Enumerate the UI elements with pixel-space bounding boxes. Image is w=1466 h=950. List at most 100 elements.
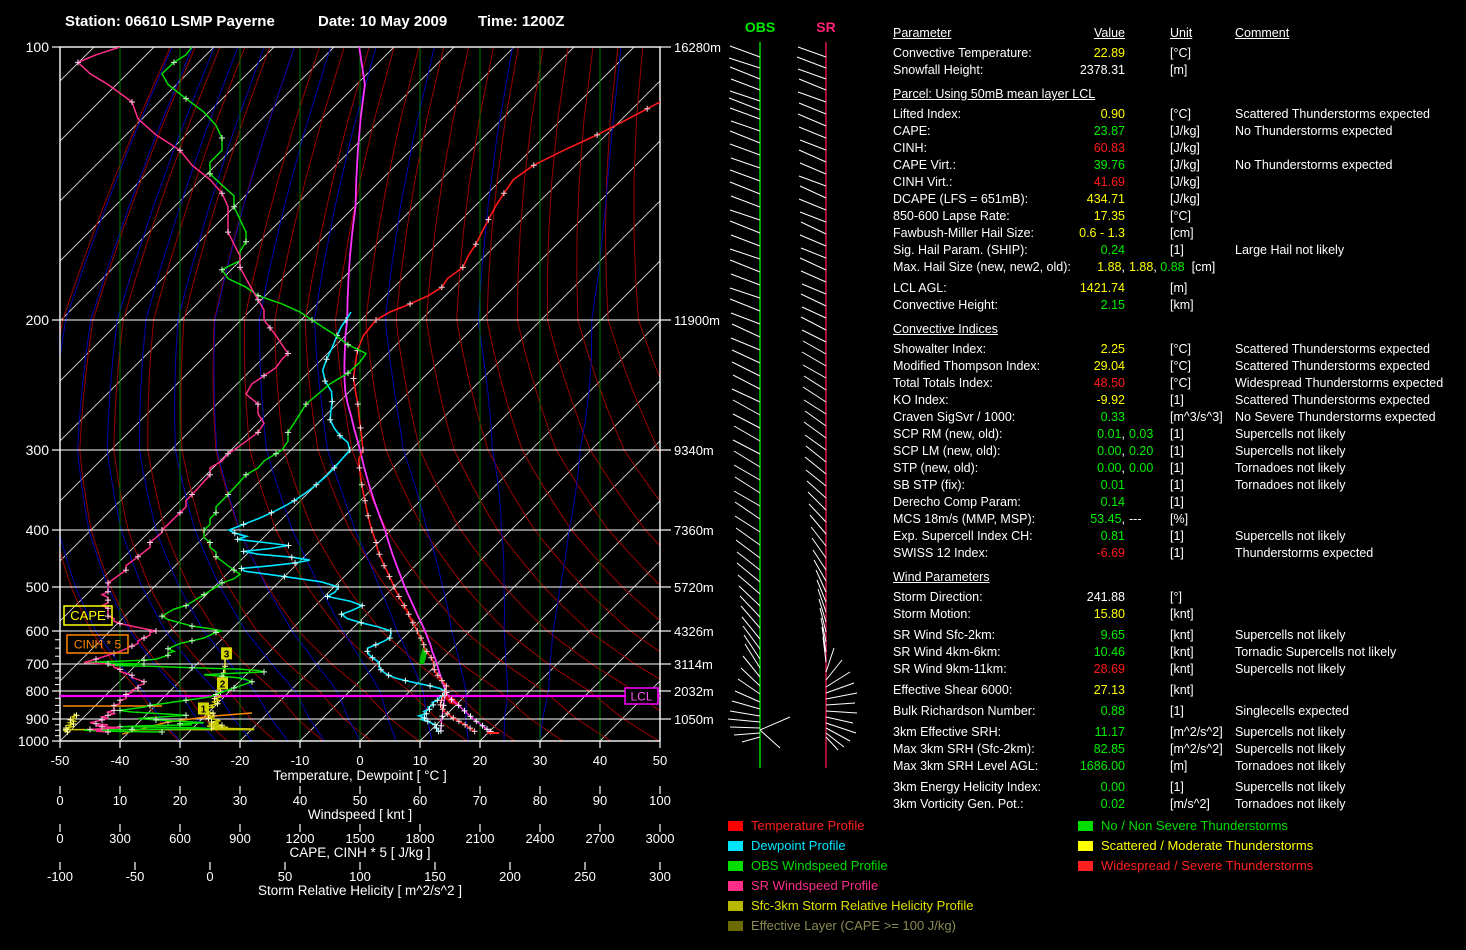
param-comment: Tornadoes not likely bbox=[1235, 478, 1345, 492]
param-row: Max 3km SRH Level AGL:1686.00[m]Tornadoe… bbox=[893, 759, 1466, 776]
param-value: 0.81 bbox=[990, 529, 1125, 543]
svg-text:1500: 1500 bbox=[346, 831, 375, 846]
param-unit: [1] bbox=[1170, 393, 1184, 407]
parameters-table: ParameterValueUnitCommentConvective Temp… bbox=[893, 26, 1466, 814]
param-unit: [°C] bbox=[1170, 342, 1191, 356]
param-unit: [°] bbox=[1170, 590, 1182, 604]
svg-text:0: 0 bbox=[56, 831, 63, 846]
legend-swatch-icon bbox=[728, 921, 743, 931]
param-value: 1.88, bbox=[990, 260, 1125, 274]
svg-text:2400: 2400 bbox=[526, 831, 555, 846]
param-row: KO Index:-9.92[1]Scattered Thunderstorms… bbox=[893, 393, 1466, 410]
param-extra-values: 0.00 bbox=[1129, 461, 1153, 475]
svg-text:5720m: 5720m bbox=[674, 580, 714, 595]
param-label: STP (new, old): bbox=[893, 461, 978, 475]
svg-text:3: 3 bbox=[224, 649, 230, 660]
param-row: 3km Vorticity Gen. Pot.:0.02[m/s^2]Torna… bbox=[893, 797, 1466, 814]
param-extra-values: --- bbox=[1129, 512, 1142, 526]
param-value: 60.83 bbox=[990, 141, 1125, 155]
param-value: 2.15 bbox=[990, 298, 1125, 312]
param-unit: [1] bbox=[1170, 704, 1184, 718]
param-unit: [1] bbox=[1170, 495, 1184, 509]
param-row: Fawbush-Miller Hail Size:0.6 - 1.3[cm] bbox=[893, 226, 1466, 243]
param-value: 23.87 bbox=[990, 124, 1125, 138]
legend-severity: No / Non Severe ThunderstormsScattered /… bbox=[1078, 818, 1313, 878]
svg-text:300: 300 bbox=[649, 869, 671, 884]
param-row: Showalter Index:2.25[°C]Scattered Thunde… bbox=[893, 342, 1466, 359]
param-row: Storm Direction:241.88[°] bbox=[893, 590, 1466, 607]
param-unit: [m] bbox=[1170, 759, 1187, 773]
param-unit: [m^2/s^2] bbox=[1170, 725, 1223, 739]
svg-text:100: 100 bbox=[349, 869, 371, 884]
param-unit: [°C] bbox=[1170, 376, 1191, 390]
svg-text:800: 800 bbox=[26, 683, 50, 699]
svg-text:300: 300 bbox=[109, 831, 131, 846]
param-extra-values: 0.03 bbox=[1129, 427, 1153, 441]
svg-text:7360m: 7360m bbox=[674, 523, 714, 538]
param-comment: Supercells not likely bbox=[1235, 742, 1345, 756]
param-label: Total Totals Index: bbox=[893, 376, 993, 390]
temperature-axis: -50-40-30-20-1001020304050Temperature, D… bbox=[51, 741, 668, 783]
param-unit: [m] bbox=[1170, 281, 1187, 295]
param-value: 1686.00 bbox=[990, 759, 1125, 773]
legend-item: Widespread / Severe Thunderstorms bbox=[1078, 858, 1313, 878]
param-label: SB STP (fix): bbox=[893, 478, 965, 492]
param-unit: [cm] bbox=[1192, 260, 1216, 274]
param-unit: [1] bbox=[1170, 780, 1184, 794]
param-label: SR Wind 4km-6km: bbox=[893, 645, 1001, 659]
param-label: CAPE: bbox=[893, 124, 931, 138]
legend-swatch-icon bbox=[1078, 841, 1093, 851]
svg-text:CINH * 5: CINH * 5 bbox=[74, 638, 122, 652]
param-row: LCL AGL:1421.74[m] bbox=[893, 281, 1466, 298]
param-unit: [m^3/s^3] bbox=[1170, 410, 1223, 424]
svg-text:1: 1 bbox=[201, 704, 207, 715]
param-unit: [1] bbox=[1170, 461, 1184, 475]
srh-km-marker: 2 bbox=[217, 677, 228, 690]
param-value: 0.02 bbox=[990, 797, 1125, 811]
param-comment: Supercells not likely bbox=[1235, 662, 1345, 676]
param-unit: [1] bbox=[1170, 546, 1184, 560]
legend-swatch-icon bbox=[728, 841, 743, 851]
param-unit: [%] bbox=[1170, 512, 1188, 526]
pressure-axis: 1002003004005006007008009001000 bbox=[18, 39, 60, 749]
legend-swatch-icon bbox=[1078, 861, 1093, 871]
param-unit: [1] bbox=[1170, 427, 1184, 441]
param-comment: No Thunderstorms expected bbox=[1235, 124, 1393, 138]
param-value: 17.35 bbox=[990, 209, 1125, 223]
param-label: SCP RM (new, old): bbox=[893, 427, 1003, 441]
obs-wind-column: OBS bbox=[728, 19, 790, 768]
param-extra-values: 0.20 bbox=[1129, 444, 1153, 458]
param-row: 3km Energy Helicity Index:0.00[1]Superce… bbox=[893, 780, 1466, 797]
svg-text:Storm Relative Helicity [ m^2/: Storm Relative Helicity [ m^2/s^2 ] bbox=[258, 883, 462, 898]
svg-text:3114m: 3114m bbox=[674, 657, 713, 672]
section-header: Wind Parameters bbox=[893, 570, 1466, 590]
param-unit: [°C] bbox=[1170, 209, 1191, 223]
param-unit: [knt] bbox=[1170, 645, 1194, 659]
param-value: 0.00 bbox=[990, 780, 1125, 794]
param-value: 82.85 bbox=[990, 742, 1125, 756]
svg-text:400: 400 bbox=[26, 522, 50, 538]
svg-text:0: 0 bbox=[206, 869, 213, 884]
param-label: SR Wind Sfc-2km: bbox=[893, 628, 995, 642]
param-label: CINH Virt.: bbox=[893, 175, 953, 189]
svg-text:1800: 1800 bbox=[406, 831, 435, 846]
param-label: Lifted Index: bbox=[893, 107, 961, 121]
svg-text:-30: -30 bbox=[171, 753, 190, 768]
param-value: 1421.74 bbox=[990, 281, 1125, 295]
legend-item: SR Windspeed Profile bbox=[728, 878, 974, 898]
param-unit: [°C] bbox=[1170, 359, 1191, 373]
param-row: Sig. Hail Param. (SHIP):0.24[1]Large Hai… bbox=[893, 243, 1466, 260]
svg-text:4326m: 4326m bbox=[674, 624, 714, 639]
param-value: 0.6 - 1.3 bbox=[990, 226, 1125, 240]
param-value: -9.92 bbox=[990, 393, 1125, 407]
legend-label: Temperature Profile bbox=[751, 818, 864, 833]
param-value: 27.13 bbox=[990, 683, 1125, 697]
cape-axis: 03006009001200150018002100240027003000CA… bbox=[56, 824, 674, 860]
param-label: CAPE Virt.: bbox=[893, 158, 956, 172]
param-unit: [J/kg] bbox=[1170, 124, 1200, 138]
svg-text:60: 60 bbox=[413, 793, 427, 808]
param-comment: Supercells not likely bbox=[1235, 444, 1345, 458]
svg-text:Windspeed [ knt ]: Windspeed [ knt ] bbox=[308, 807, 412, 822]
svg-text:300: 300 bbox=[26, 442, 50, 458]
legend-item: Dewpoint Profile bbox=[728, 838, 974, 858]
